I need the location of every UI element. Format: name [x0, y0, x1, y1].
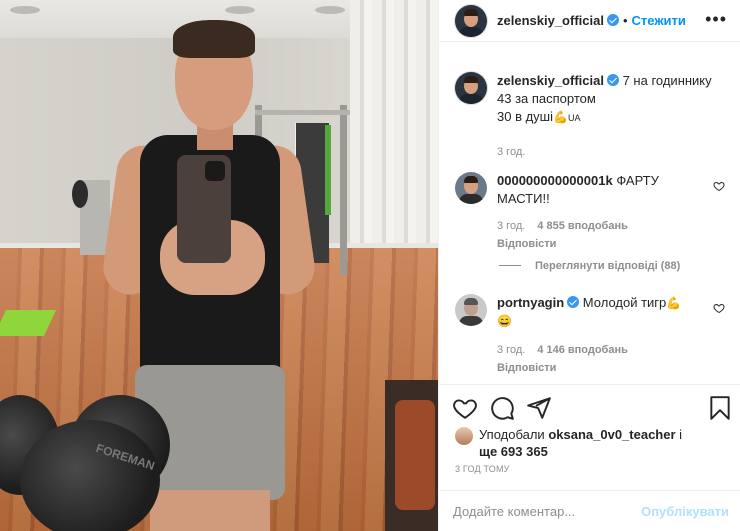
follow-button[interactable]: Стежити — [632, 13, 686, 28]
heart-icon[interactable] — [713, 302, 725, 314]
flexed-biceps-emoji: 💪 — [666, 296, 682, 310]
caption-avatar[interactable] — [455, 72, 487, 104]
comment-username[interactable]: 000000000000001k — [497, 173, 613, 188]
post-side-panel: zelenskiy_official • Стежити ••• zelenskiy… — [438, 0, 740, 531]
add-comment-bar: Опублікувати — [439, 490, 740, 531]
flag-ua-label: UA — [567, 113, 581, 123]
post-photo[interactable]: FOREMAN — [0, 0, 438, 531]
comment-icon[interactable] — [489, 395, 515, 421]
comment-body: Молодой тигр — [582, 295, 667, 310]
post-header: zelenskiy_official • Стежити ••• — [439, 0, 740, 42]
publish-button[interactable]: Опублікувати — [641, 504, 729, 519]
posted-time[interactable]: 3 ГОД ТОМУ — [455, 464, 510, 474]
comment-meta: 3 год. 4 855 вподобань — [497, 216, 702, 235]
post-actions — [439, 384, 740, 428]
photo-ceiling-light — [10, 6, 40, 14]
comment-time[interactable]: 3 год. — [497, 220, 525, 232]
comment-username[interactable]: portnyagin — [497, 295, 564, 310]
liker-username[interactable]: oksana_0v0_teacher — [548, 427, 675, 442]
comment-text: 000000000000001k ФАРТУ МАСТИ!! 3 год. 4 8… — [497, 172, 702, 253]
verified-icon — [567, 296, 580, 308]
comment-likes[interactable]: 4 146 вподобань — [537, 344, 628, 356]
caption-text: zelenskiy_official 7 на годиннику 43 за … — [497, 72, 727, 161]
caption-time[interactable]: 3 год. — [497, 143, 727, 161]
share-icon[interactable] — [526, 395, 552, 421]
photo-equipment — [385, 380, 438, 531]
likes-prefix: Уподобали — [479, 427, 545, 442]
photo-ceiling-light — [315, 6, 345, 14]
verified-icon — [606, 14, 619, 26]
replies-divider-line — [499, 265, 521, 266]
verified-icon — [606, 74, 619, 86]
photo-phone — [177, 155, 231, 263]
comment-meta: 3 год. 4 146 вподобань — [497, 340, 702, 359]
author-avatar[interactable] — [455, 5, 487, 37]
likes-and: і — [679, 427, 683, 442]
smile-emoji: 😄 — [497, 314, 512, 328]
likes-count[interactable]: ще 693 365 — [479, 444, 548, 459]
author-username[interactable]: zelenskiy_official — [497, 13, 604, 28]
comment-avatar[interactable] — [455, 294, 487, 326]
comment-likes[interactable]: 4 855 вподобань — [537, 220, 628, 232]
caption-line-3: 30 в душі — [497, 109, 553, 124]
reply-button[interactable]: Відповісти — [497, 359, 702, 377]
heart-icon[interactable] — [452, 395, 478, 421]
separator-dot: • — [622, 13, 628, 28]
caption-username[interactable]: zelenskiy_official — [497, 73, 604, 88]
header-author-line: zelenskiy_official • Стежити — [497, 13, 686, 28]
photo-weight-plate — [72, 180, 88, 208]
caption-line-2: 43 за паспортом — [497, 91, 596, 106]
view-replies-button[interactable]: Переглянути відповіді (88) — [499, 260, 680, 272]
comment-avatar[interactable] — [455, 172, 487, 204]
bookmark-icon[interactable] — [707, 395, 733, 421]
reply-button[interactable]: Відповісти — [497, 235, 702, 253]
view-replies-label: Переглянути відповіді (88) — [535, 260, 681, 272]
likes-text: Уподобали oksana_0v0_teacher і ще 693 36… — [479, 426, 719, 460]
liker-avatar[interactable] — [455, 427, 473, 445]
photo-dumbbells: FOREMAN — [0, 390, 260, 531]
comment-time[interactable]: 3 год. — [497, 344, 525, 356]
comment-text: portnyagin Молодой тигр💪 😄 3 год. 4 146 в… — [497, 294, 702, 377]
more-icon[interactable]: ••• — [705, 10, 727, 28]
caption-line-1: 7 на годиннику — [622, 73, 712, 88]
heart-icon[interactable] — [713, 180, 725, 192]
comment-input[interactable] — [453, 499, 643, 523]
flexed-biceps-emoji: 💪 — [553, 110, 568, 124]
